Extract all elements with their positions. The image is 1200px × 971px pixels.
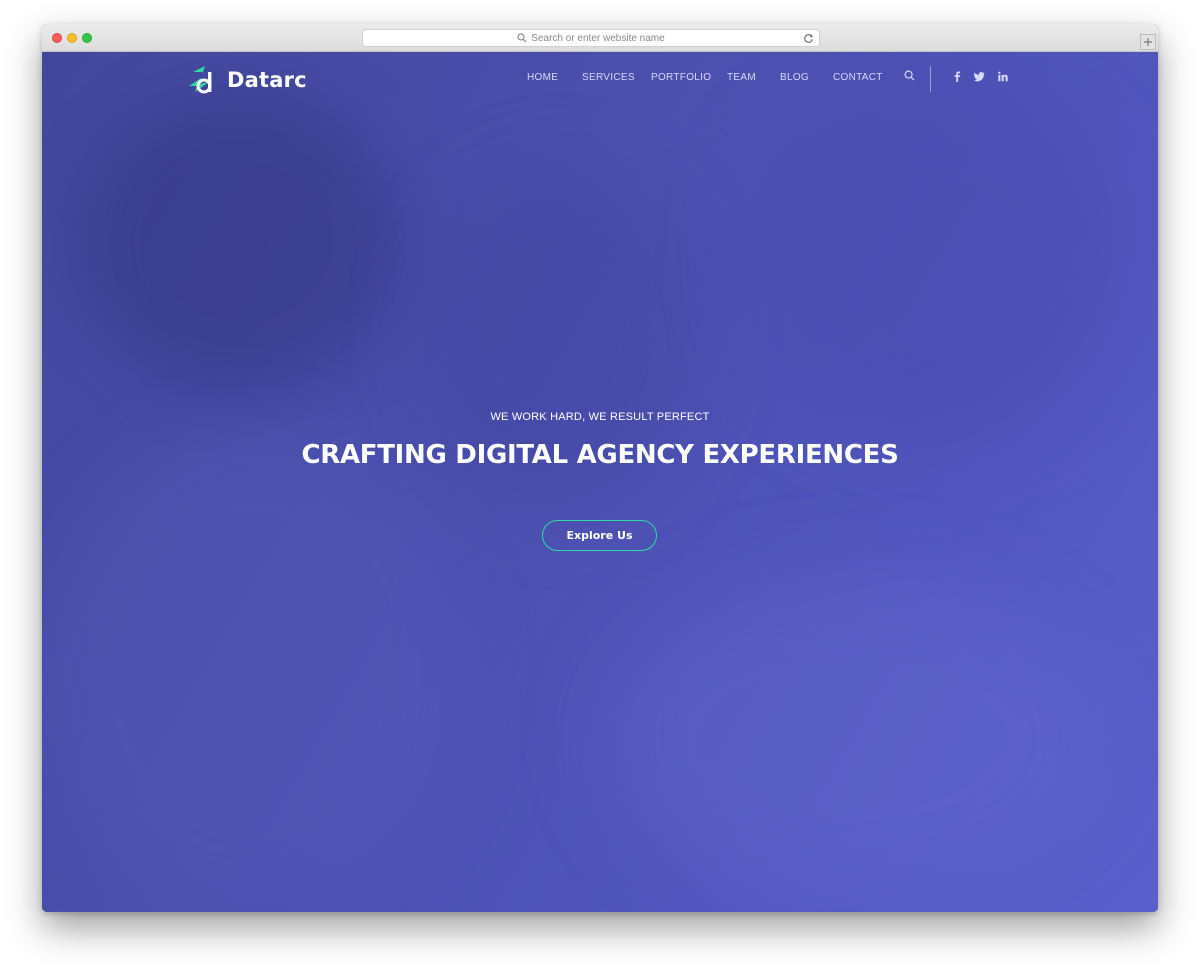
new-tab-button[interactable]	[1140, 34, 1156, 50]
nav-item-blog[interactable]: BLOG	[780, 72, 809, 83]
address-placeholder: Search or enter website name	[531, 32, 665, 44]
hero-title: CRAFTING DIGITAL AGENCY EXPERIENCES	[301, 440, 899, 470]
browser-titlebar: Search or enter website name	[42, 24, 1158, 52]
browser-window: Search or enter website name Datarc HOME…	[42, 24, 1158, 912]
background-photo-shade	[742, 82, 1122, 442]
hero-section: Datarc HOME SERVICES PORTFOLIO TEAM BLOG…	[42, 52, 1158, 912]
nav-item-team[interactable]: TEAM	[727, 72, 756, 83]
background-photo-shade	[42, 432, 462, 912]
nav-divider	[930, 66, 931, 92]
address-bar[interactable]: Search or enter website name	[362, 29, 820, 47]
nav-item-contact[interactable]: CONTACT	[833, 72, 883, 83]
maximize-window-button[interactable]	[82, 33, 92, 43]
hero-subtitle: WE WORK HARD, WE RESULT PERFECT	[490, 411, 710, 423]
linkedin-icon[interactable]	[998, 71, 1008, 82]
search-icon[interactable]	[904, 70, 915, 81]
facebook-icon[interactable]	[953, 71, 961, 82]
minimize-window-button[interactable]	[67, 33, 77, 43]
background-photo-shade	[82, 92, 402, 392]
reload-icon[interactable]	[803, 33, 814, 44]
search-icon	[517, 33, 527, 43]
nav-item-portfolio[interactable]: PORTFOLIO	[651, 72, 711, 83]
nav-item-home[interactable]: HOME	[527, 72, 558, 83]
twitter-icon[interactable]	[974, 71, 985, 82]
background-photo-shade	[602, 572, 1102, 902]
main-nav: HOME SERVICES PORTFOLIO TEAM BLOG CONTAC…	[42, 72, 1158, 86]
nav-item-services[interactable]: SERVICES	[582, 72, 635, 83]
explore-us-button[interactable]: Explore Us	[542, 520, 657, 551]
close-window-button[interactable]	[52, 33, 62, 43]
plus-icon	[1144, 38, 1152, 46]
